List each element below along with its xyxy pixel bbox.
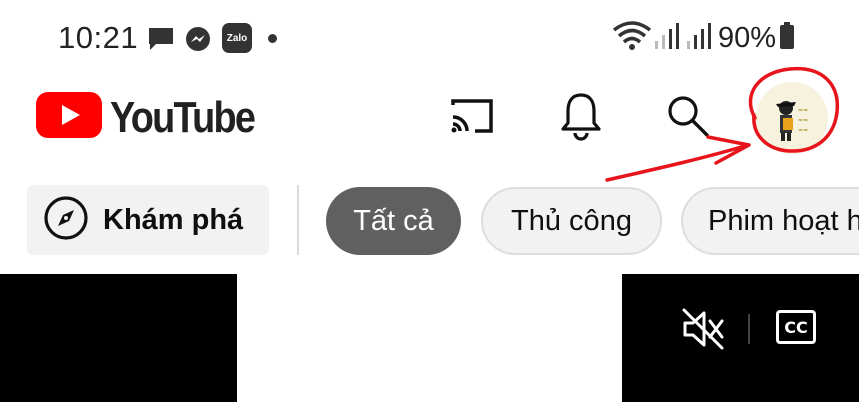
zalo-icon: Zalo xyxy=(222,23,252,53)
avatar[interactable]: ≈≈ ≈≈ ≈≈ xyxy=(756,82,828,154)
app-header: YouTube ≈≈ ≈≈ ≈≈ xyxy=(0,76,859,166)
chip-crafts[interactable]: Thủ công xyxy=(481,187,662,255)
svg-text:≈≈: ≈≈ xyxy=(798,107,808,114)
battery-icon xyxy=(779,21,795,55)
controls-divider xyxy=(748,314,750,344)
chip-label: Phim hoạt h xyxy=(708,204,859,237)
messenger-icon xyxy=(185,26,211,57)
cast-button[interactable] xyxy=(444,90,500,146)
cast-icon xyxy=(447,95,497,142)
mute-icon[interactable] xyxy=(680,306,726,357)
battery-percentage: 90% xyxy=(718,21,777,54)
search-icon xyxy=(665,93,711,144)
signal-icon xyxy=(654,21,682,56)
cc-icon[interactable]: CC xyxy=(776,310,816,344)
chip-label: Tất cả xyxy=(353,204,434,237)
filter-chips: Khám phá Tất cả Thủ công Phim hoạt h xyxy=(0,185,859,257)
chip-animation[interactable]: Phim hoạt h xyxy=(681,187,859,255)
bell-icon xyxy=(559,91,603,146)
status-bar: 10:21 Zalo 90% xyxy=(0,0,859,76)
explore-label: Khám phá xyxy=(103,203,244,236)
video-thumbnail[interactable] xyxy=(0,274,237,402)
chip-label: Thủ công xyxy=(511,204,632,237)
zalo-label: Zalo xyxy=(226,32,248,44)
youtube-logo[interactable]: YouTube xyxy=(36,92,278,143)
search-button[interactable] xyxy=(660,90,716,146)
notifications-button[interactable] xyxy=(553,90,609,146)
svg-text:≈≈: ≈≈ xyxy=(798,117,808,124)
chip-all[interactable]: Tất cả xyxy=(326,187,461,255)
chips-divider xyxy=(297,185,299,255)
svg-text:≈≈: ≈≈ xyxy=(798,127,808,134)
compass-icon xyxy=(43,195,89,246)
wifi-icon xyxy=(612,20,652,57)
cc-label: CC xyxy=(784,317,808,337)
status-time: 10:21 xyxy=(58,20,139,55)
video-player[interactable]: CC xyxy=(622,274,859,402)
youtube-logo-text: YouTube xyxy=(110,92,256,142)
dot-icon xyxy=(268,34,277,43)
youtube-play-icon xyxy=(36,92,102,143)
signal-icon xyxy=(686,21,714,56)
message-icon xyxy=(147,26,175,57)
explore-button[interactable]: Khám phá xyxy=(27,185,269,255)
system-indicators: 90% xyxy=(612,18,795,58)
